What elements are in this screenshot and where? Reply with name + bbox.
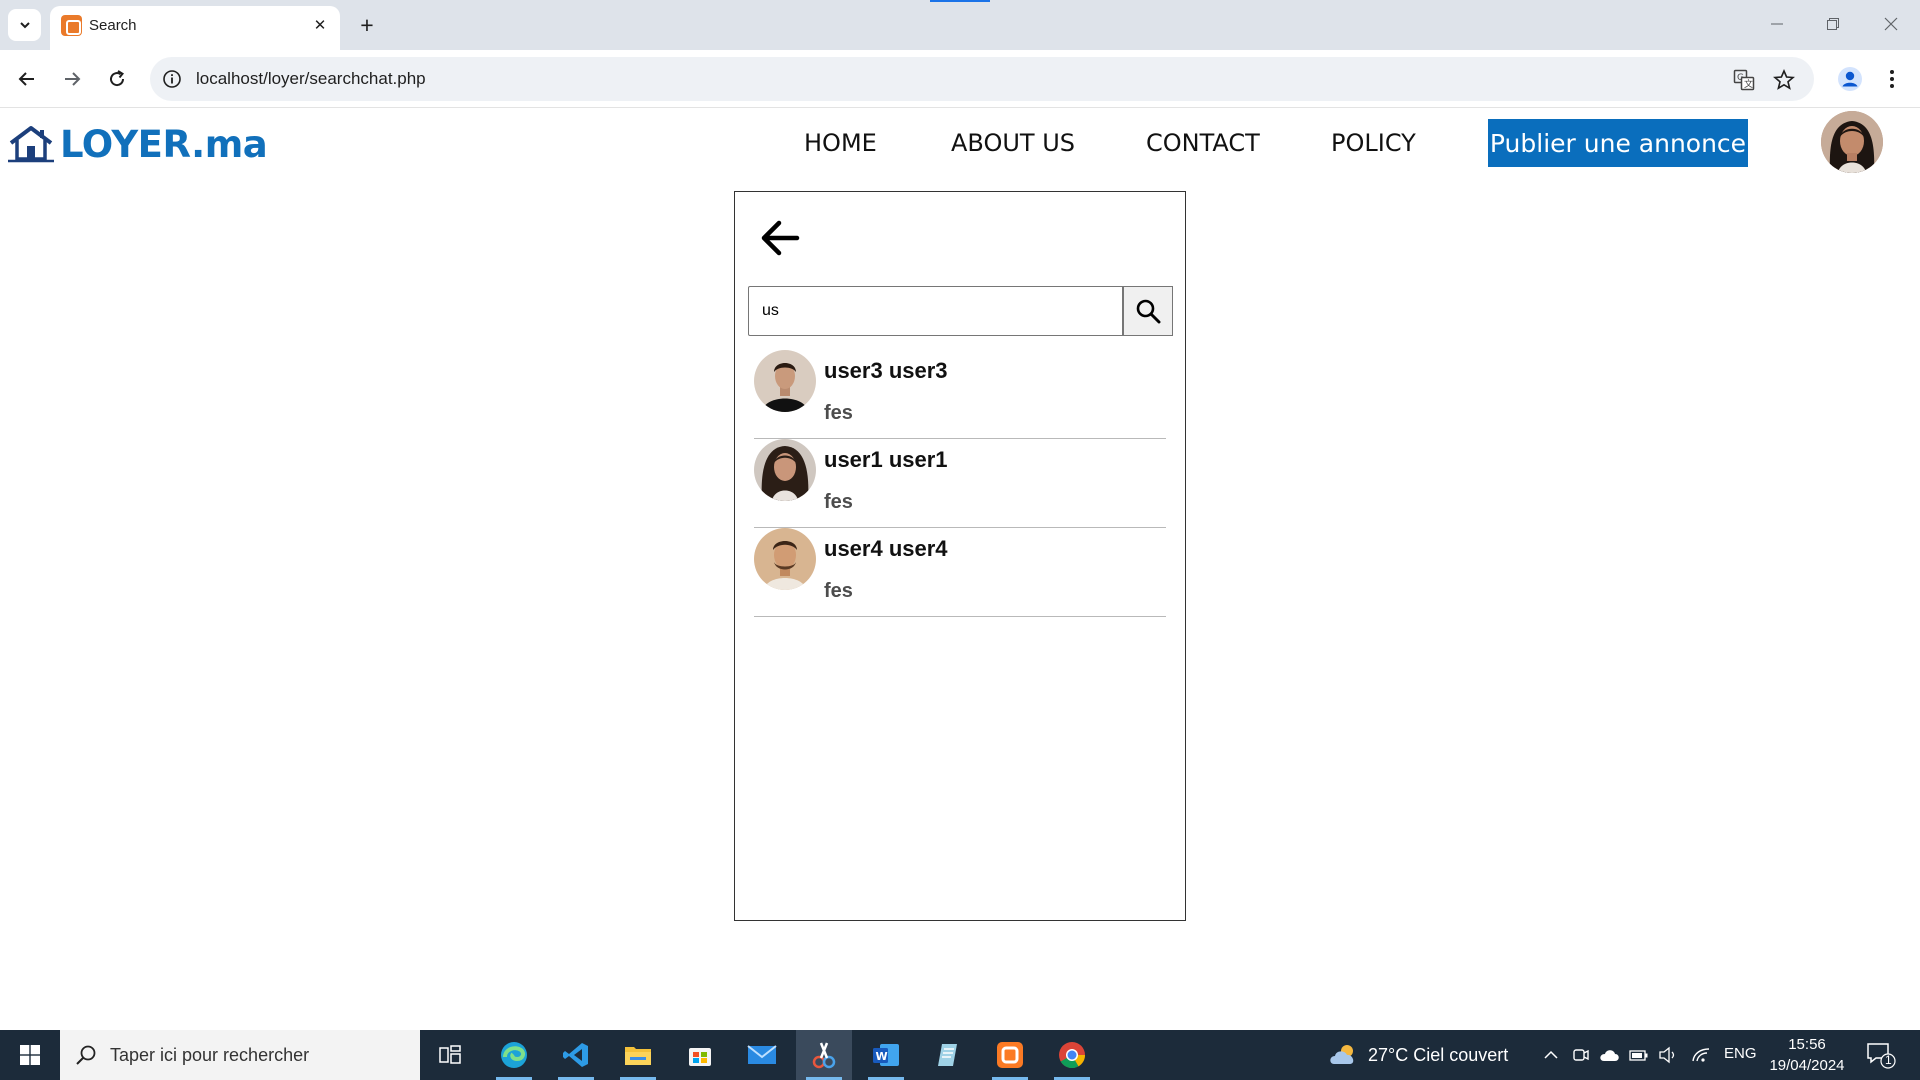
result-city: fes <box>824 491 853 513</box>
close-window-icon[interactable] <box>1876 12 1906 36</box>
house-logo-icon <box>8 126 54 163</box>
site-info-icon[interactable] <box>162 69 182 89</box>
avatar <box>754 350 816 412</box>
notepad-icon[interactable] <box>920 1030 976 1080</box>
xampp-favicon-icon <box>61 15 82 36</box>
avatar <box>754 439 816 501</box>
svg-text:文: 文 <box>1744 78 1753 90</box>
browser-tab-bar: Search ✕ + <box>0 0 1920 50</box>
search-icon <box>76 1045 96 1065</box>
clock-time: 15:56 <box>1788 1036 1826 1053</box>
publish-ad-button[interactable]: Publier une annonce <box>1488 119 1748 167</box>
url-text[interactable]: localhost/loyer/searchchat.php <box>196 69 426 89</box>
reload-icon[interactable] <box>100 62 134 96</box>
minimize-icon[interactable] <box>1762 12 1792 36</box>
input-language-indicator[interactable]: ENG <box>1724 1045 1757 1062</box>
weather-widget[interactable]: 27°C Ciel couvert <box>1328 1030 1508 1080</box>
address-bar[interactable]: localhost/loyer/searchchat.php G文 <box>150 57 1814 101</box>
nav-contact-link[interactable]: CONTACT <box>1146 129 1260 157</box>
tab-title: Search <box>89 17 137 34</box>
chat-search-panel: user3 user3 fes user1 user1 fes <box>734 191 1186 921</box>
chevron-down-icon <box>19 22 30 29</box>
chrome-icon[interactable] <box>1044 1030 1100 1080</box>
back-arrow-icon[interactable] <box>755 214 803 262</box>
result-name: user3 user3 <box>824 358 948 383</box>
nav-home-link[interactable]: HOME <box>804 129 877 157</box>
snipping-tool-icon[interactable] <box>796 1030 852 1080</box>
taskbar-search-placeholder: Taper ici pour rechercher <box>110 1045 310 1065</box>
word-icon[interactable]: W <box>858 1030 914 1080</box>
microsoft-store-icon[interactable] <box>672 1030 728 1080</box>
tab-strip-indicator <box>930 0 990 2</box>
mail-icon[interactable] <box>734 1030 790 1080</box>
clock-date: 19/04/2024 <box>1769 1057 1845 1074</box>
list-item[interactable]: user1 user1 fes <box>754 439 1166 528</box>
tab-list-button[interactable] <box>8 9 41 41</box>
notification-center-icon[interactable]: 1 <box>1866 1041 1896 1069</box>
search-button[interactable] <box>1123 286 1173 336</box>
browser-tab[interactable]: Search ✕ <box>50 6 340 50</box>
nav-about-link[interactable]: ABOUT US <box>951 129 1075 157</box>
result-city: fes <box>824 580 853 602</box>
browser-menu-icon[interactable] <box>1877 62 1907 96</box>
meet-now-icon[interactable] <box>1570 1044 1592 1066</box>
translate-icon[interactable]: G文 <box>1732 68 1756 92</box>
browser-profile-icon[interactable] <box>1833 62 1867 96</box>
site-logo[interactable]: LOYER.ma <box>8 119 268 169</box>
search-icon <box>1136 299 1161 324</box>
close-tab-icon[interactable]: ✕ <box>309 14 331 36</box>
restore-icon[interactable] <box>1818 12 1848 36</box>
forward-nav-icon[interactable] <box>55 62 89 96</box>
user-avatar[interactable] <box>1821 111 1883 173</box>
battery-icon[interactable] <box>1628 1044 1650 1066</box>
windows-start-icon[interactable] <box>0 1030 60 1080</box>
taskbar-search-box[interactable]: Taper ici pour rechercher <box>60 1030 420 1080</box>
result-name: user4 user4 <box>824 536 948 561</box>
onedrive-icon[interactable] <box>1599 1044 1621 1066</box>
chevron-up-icon[interactable] <box>1540 1044 1562 1066</box>
volume-icon[interactable] <box>1657 1044 1679 1066</box>
list-item[interactable]: user4 user4 fes <box>754 528 1166 617</box>
list-item[interactable]: user3 user3 fes <box>754 350 1166 439</box>
task-view-icon[interactable] <box>422 1030 478 1080</box>
xampp-icon[interactable] <box>982 1030 1038 1080</box>
bookmark-star-icon[interactable] <box>1772 68 1796 92</box>
browser-toolbar: localhost/loyer/searchchat.php G文 <box>0 50 1920 108</box>
search-results-list: user3 user3 fes user1 user1 fes user4 us… <box>754 350 1166 617</box>
vscode-icon[interactable] <box>548 1030 604 1080</box>
edge-browser-icon[interactable] <box>486 1030 542 1080</box>
back-nav-icon[interactable] <box>10 62 44 96</box>
result-city: fes <box>824 402 853 424</box>
new-tab-button[interactable]: + <box>352 10 382 40</box>
notification-count-badge: 1 <box>1885 1053 1892 1067</box>
taskbar-clock[interactable]: 15:56 19/04/2024 <box>1762 1034 1852 1076</box>
site-header: LOYER.ma HOME ABOUT US CONTACT POLICY Pu… <box>0 109 1920 185</box>
svg-text:W: W <box>876 1050 888 1063</box>
result-name: user1 user1 <box>824 447 948 472</box>
search-bar <box>748 286 1173 336</box>
wifi-icon[interactable] <box>1690 1044 1712 1066</box>
search-input[interactable] <box>748 286 1123 336</box>
nav-policy-link[interactable]: POLICY <box>1331 129 1416 157</box>
weather-text: 27°C Ciel couvert <box>1368 1044 1509 1065</box>
windows-taskbar: Taper ici pour rechercher W 27°C Ciel co… <box>0 1030 1920 1080</box>
avatar <box>754 528 816 590</box>
logo-text: LOYER.ma <box>60 122 268 166</box>
file-explorer-icon[interactable] <box>610 1030 666 1080</box>
cloud-weather-icon <box>1330 1045 1354 1064</box>
